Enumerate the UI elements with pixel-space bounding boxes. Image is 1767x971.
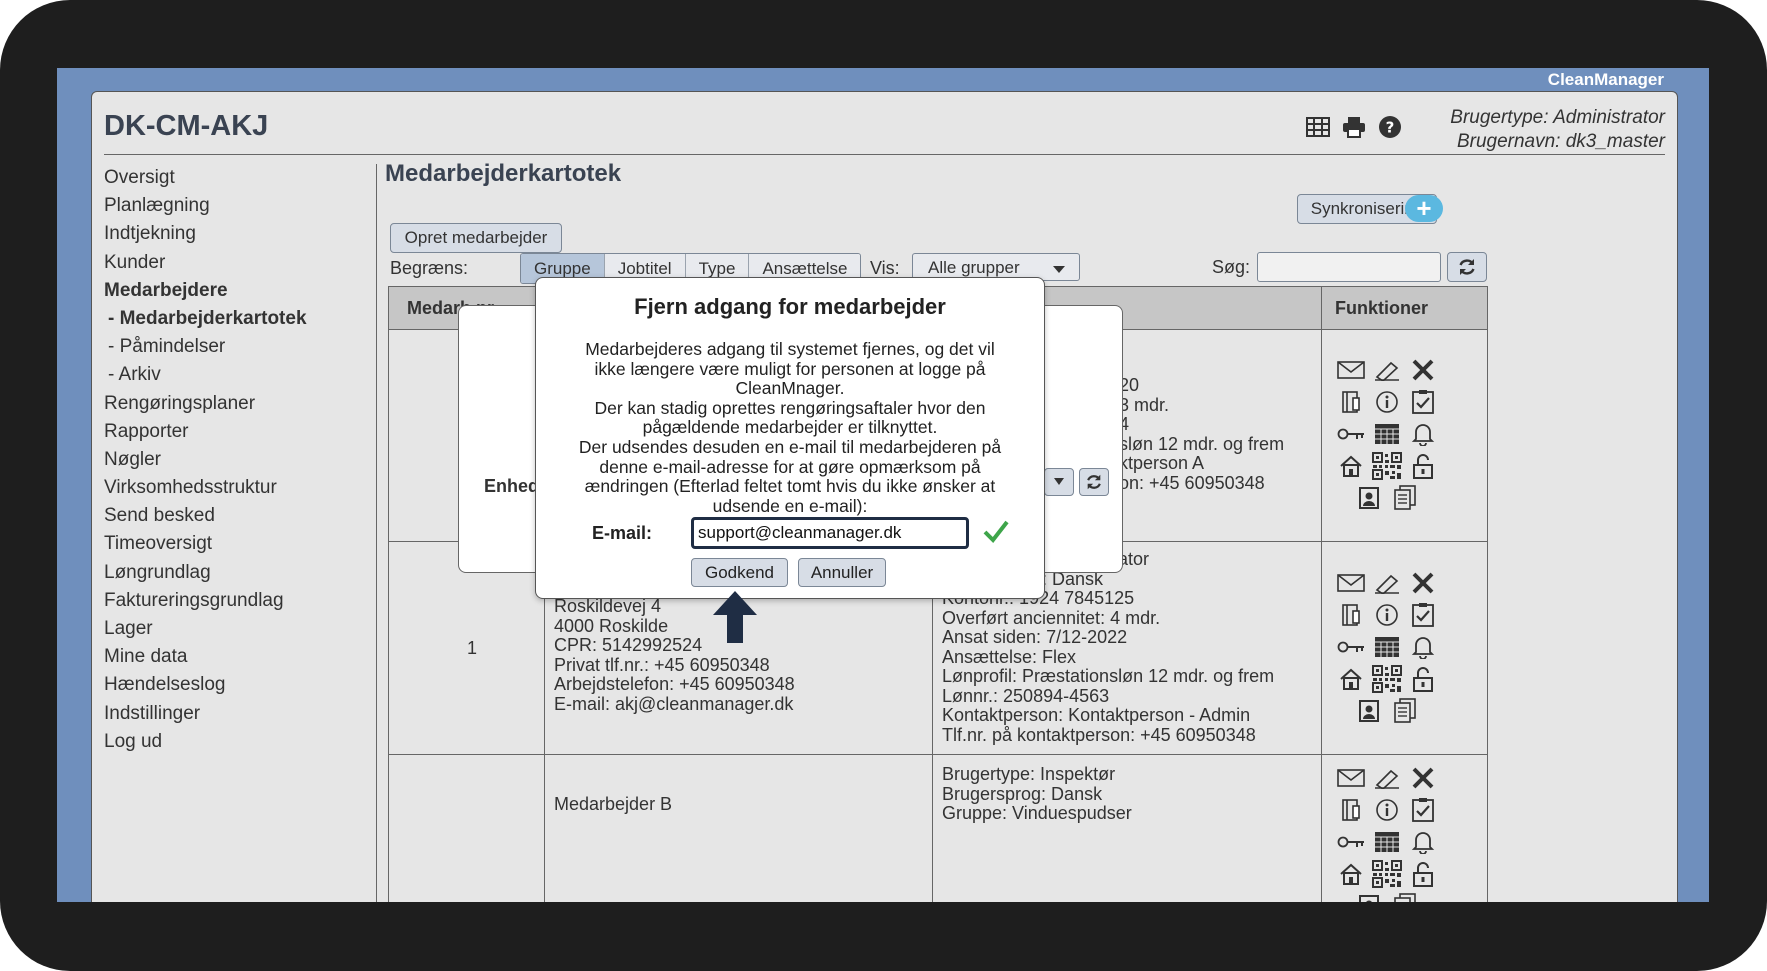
dialog-title: Fjern adgang for medarbejder	[634, 294, 946, 319]
refresh-icon	[1087, 474, 1101, 490]
dialog-message: Medarbejderes adgang til systemet fjerne…	[578, 339, 1002, 516]
unit-label: Enhed	[484, 476, 540, 496]
device-bezel: CleanManager DK-CM-AKJ ? Brugertype: Adm…	[0, 0, 1767, 971]
screen: CleanManager DK-CM-AKJ ? Brugertype: Adm…	[57, 68, 1709, 902]
refresh-button[interactable]	[1079, 468, 1109, 496]
modal-layer: Enhed Fjern adgang for medarbejder Medar…	[92, 92, 1677, 902]
approve-button[interactable]: Godkend	[691, 558, 788, 587]
remove-access-dialog: Fjern adgang for medarbejder Medarbejder…	[535, 277, 1045, 599]
email-label: E-mail:	[592, 523, 653, 543]
dropdown-button[interactable]	[1044, 468, 1074, 496]
app-window: DK-CM-AKJ ? Brugertype: Administrator Br…	[91, 91, 1678, 902]
cancel-button[interactable]: Annuller	[798, 558, 886, 587]
caret-down-icon	[1054, 478, 1064, 485]
pointer-arrow-icon	[713, 591, 757, 643]
brand-label: CleanManager	[1547, 70, 1664, 89]
checkmark-icon	[983, 520, 1009, 544]
email-field[interactable]	[691, 517, 969, 549]
